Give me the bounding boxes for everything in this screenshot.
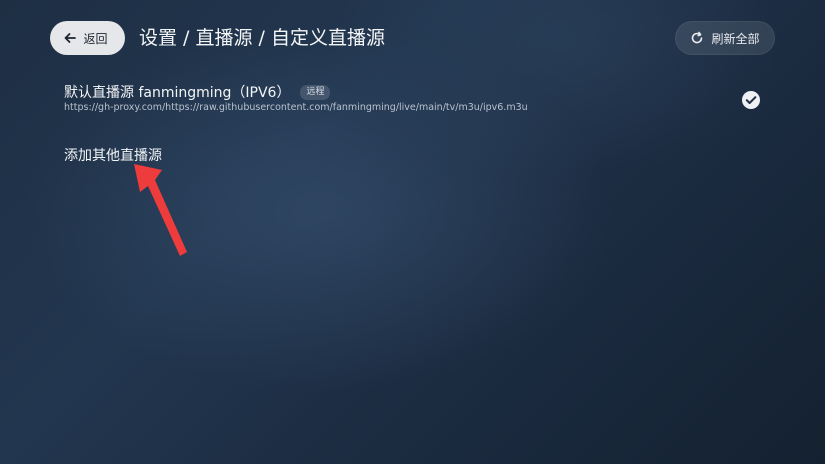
- source-type-badge: 远程: [300, 84, 331, 100]
- refresh-all-button[interactable]: 刷新全部: [675, 21, 775, 55]
- arrow-left-icon: [63, 31, 77, 45]
- source-name: 默认直播源 fanmingming（IPV6）: [64, 85, 291, 101]
- check-circle-icon: [741, 90, 761, 110]
- back-button-label: 返回: [83, 31, 108, 46]
- refresh-icon: [690, 31, 704, 45]
- refresh-all-label: 刷新全部: [711, 31, 760, 46]
- back-button[interactable]: 返回: [50, 21, 125, 55]
- source-list-item[interactable]: 默认直播源 fanmingming（IPV6） 远程 https://gh-pr…: [64, 82, 764, 118]
- page-title: 设置 / 直播源 / 自定义直播源: [139, 27, 385, 49]
- red-arrow-icon: [134, 164, 187, 256]
- source-url: https://gh-proxy.com/https://raw.githubu…: [64, 102, 528, 113]
- add-source-button[interactable]: 添加其他直播源: [64, 146, 162, 166]
